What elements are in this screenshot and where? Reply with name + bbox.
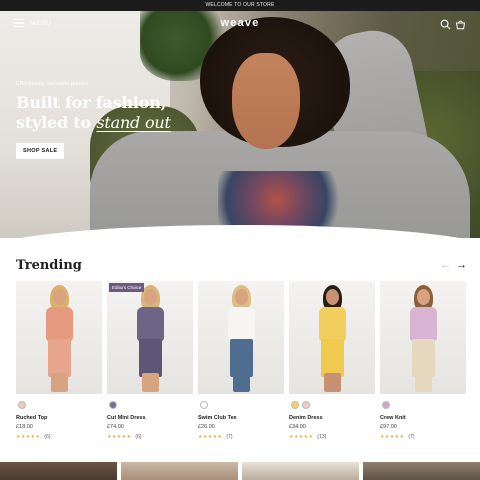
product-rating: ★★★★★ (7) [198,434,233,440]
site-header: MENU weave [0,11,480,39]
star-rating-icon: ★★★★★ [198,434,223,440]
cart-icon[interactable] [455,19,466,30]
review-count: (13) [317,434,327,440]
color-swatches [109,401,117,409]
lookbook-image[interactable] [242,462,359,480]
product-card[interactable]: Crew Knit £97.00 ★★★★★ (7) [380,281,466,446]
product-rating: ★★★★★ (7) [380,434,415,440]
product-name[interactable]: Ruched Top [16,415,47,421]
review-count: (6) [44,434,51,440]
hero-headline-accent: stand out [96,113,171,132]
review-count: (7) [226,434,233,440]
product-image[interactable]: Editors Choice [107,281,193,394]
product-card[interactable]: Editors Choice Cut Mini Dress £74.00 ★★★… [107,281,193,446]
color-swatches [200,401,208,409]
logo[interactable]: weave [200,17,280,29]
hero-model-face [232,53,300,149]
search-icon[interactable] [440,19,451,30]
star-rating-icon: ★★★★★ [380,434,405,440]
product-price: £97.00 [380,424,397,430]
product-price: £18.00 [16,424,33,430]
color-swatch[interactable] [291,401,299,409]
hamburger-icon [14,19,24,27]
product-price: £74.00 [107,424,124,430]
star-rating-icon: ★★★★★ [16,434,41,440]
arrow-right-icon[interactable]: → [456,259,467,271]
product-carousel: Ruched Top £18.00 ★★★★★ (6) Editors Choi… [16,281,466,446]
product-card[interactable]: Denim Dress £34.00 ★★★★★ (13) [289,281,375,446]
product-rating: ★★★★★ (6) [16,434,51,440]
product-image[interactable] [289,281,375,394]
shop-sale-button[interactable]: SHOP SALE [16,143,65,159]
product-card[interactable]: Swim Club Tee £26.00 ★★★★★ (7) [198,281,284,446]
lookbook-strip [0,462,480,480]
trending-header: Trending ← → [16,258,467,274]
hero-copy: Effortlessly versatile pieces Built for … [16,81,171,159]
product-price: £26.00 [198,424,215,430]
trending-title: Trending [16,258,82,273]
announcement-bar: WELCOME TO OUR STORE [0,0,480,11]
hero-headline-line2: styled to stand out [16,113,171,133]
review-count: (6) [135,434,142,440]
product-rating: ★★★★★ (6) [107,434,142,440]
color-swatches [18,401,26,409]
review-count: (7) [408,434,415,440]
color-swatch[interactable] [302,401,310,409]
color-swatch[interactable] [382,401,390,409]
product-image[interactable] [16,281,102,394]
color-swatch[interactable] [18,401,26,409]
product-image[interactable] [198,281,284,394]
hero-eyebrow: Effortlessly versatile pieces [16,81,89,87]
product-rating: ★★★★★ (13) [289,434,326,440]
product-card[interactable]: Ruched Top £18.00 ★★★★★ (6) [16,281,102,446]
product-name[interactable]: Swim Club Tee [198,415,237,421]
hero-headline-plain: styled to [16,113,91,132]
menu-label: MENU [30,19,52,27]
lookbook-image[interactable] [121,462,238,480]
color-swatches [291,401,310,409]
product-name[interactable]: Denim Dress [289,415,323,421]
lookbook-image[interactable] [363,462,480,480]
hero-headline-line1: Built for fashion, [16,93,167,112]
arrow-left-icon[interactable]: ← [440,259,451,271]
star-rating-icon: ★★★★★ [107,434,132,440]
product-name[interactable]: Crew Knit [380,415,406,421]
color-swatch[interactable] [109,401,117,409]
menu-button[interactable]: MENU [14,19,52,27]
product-price: £34.00 [289,424,306,430]
editors-choice-badge: Editors Choice [109,283,145,292]
product-image[interactable] [380,281,466,394]
color-swatches [382,401,390,409]
color-swatch[interactable] [200,401,208,409]
lookbook-image[interactable] [0,462,117,480]
product-name[interactable]: Cut Mini Dress [107,415,146,421]
star-rating-icon: ★★★★★ [289,434,314,440]
hero-headline: Built for fashion, styled to stand out [16,93,171,133]
